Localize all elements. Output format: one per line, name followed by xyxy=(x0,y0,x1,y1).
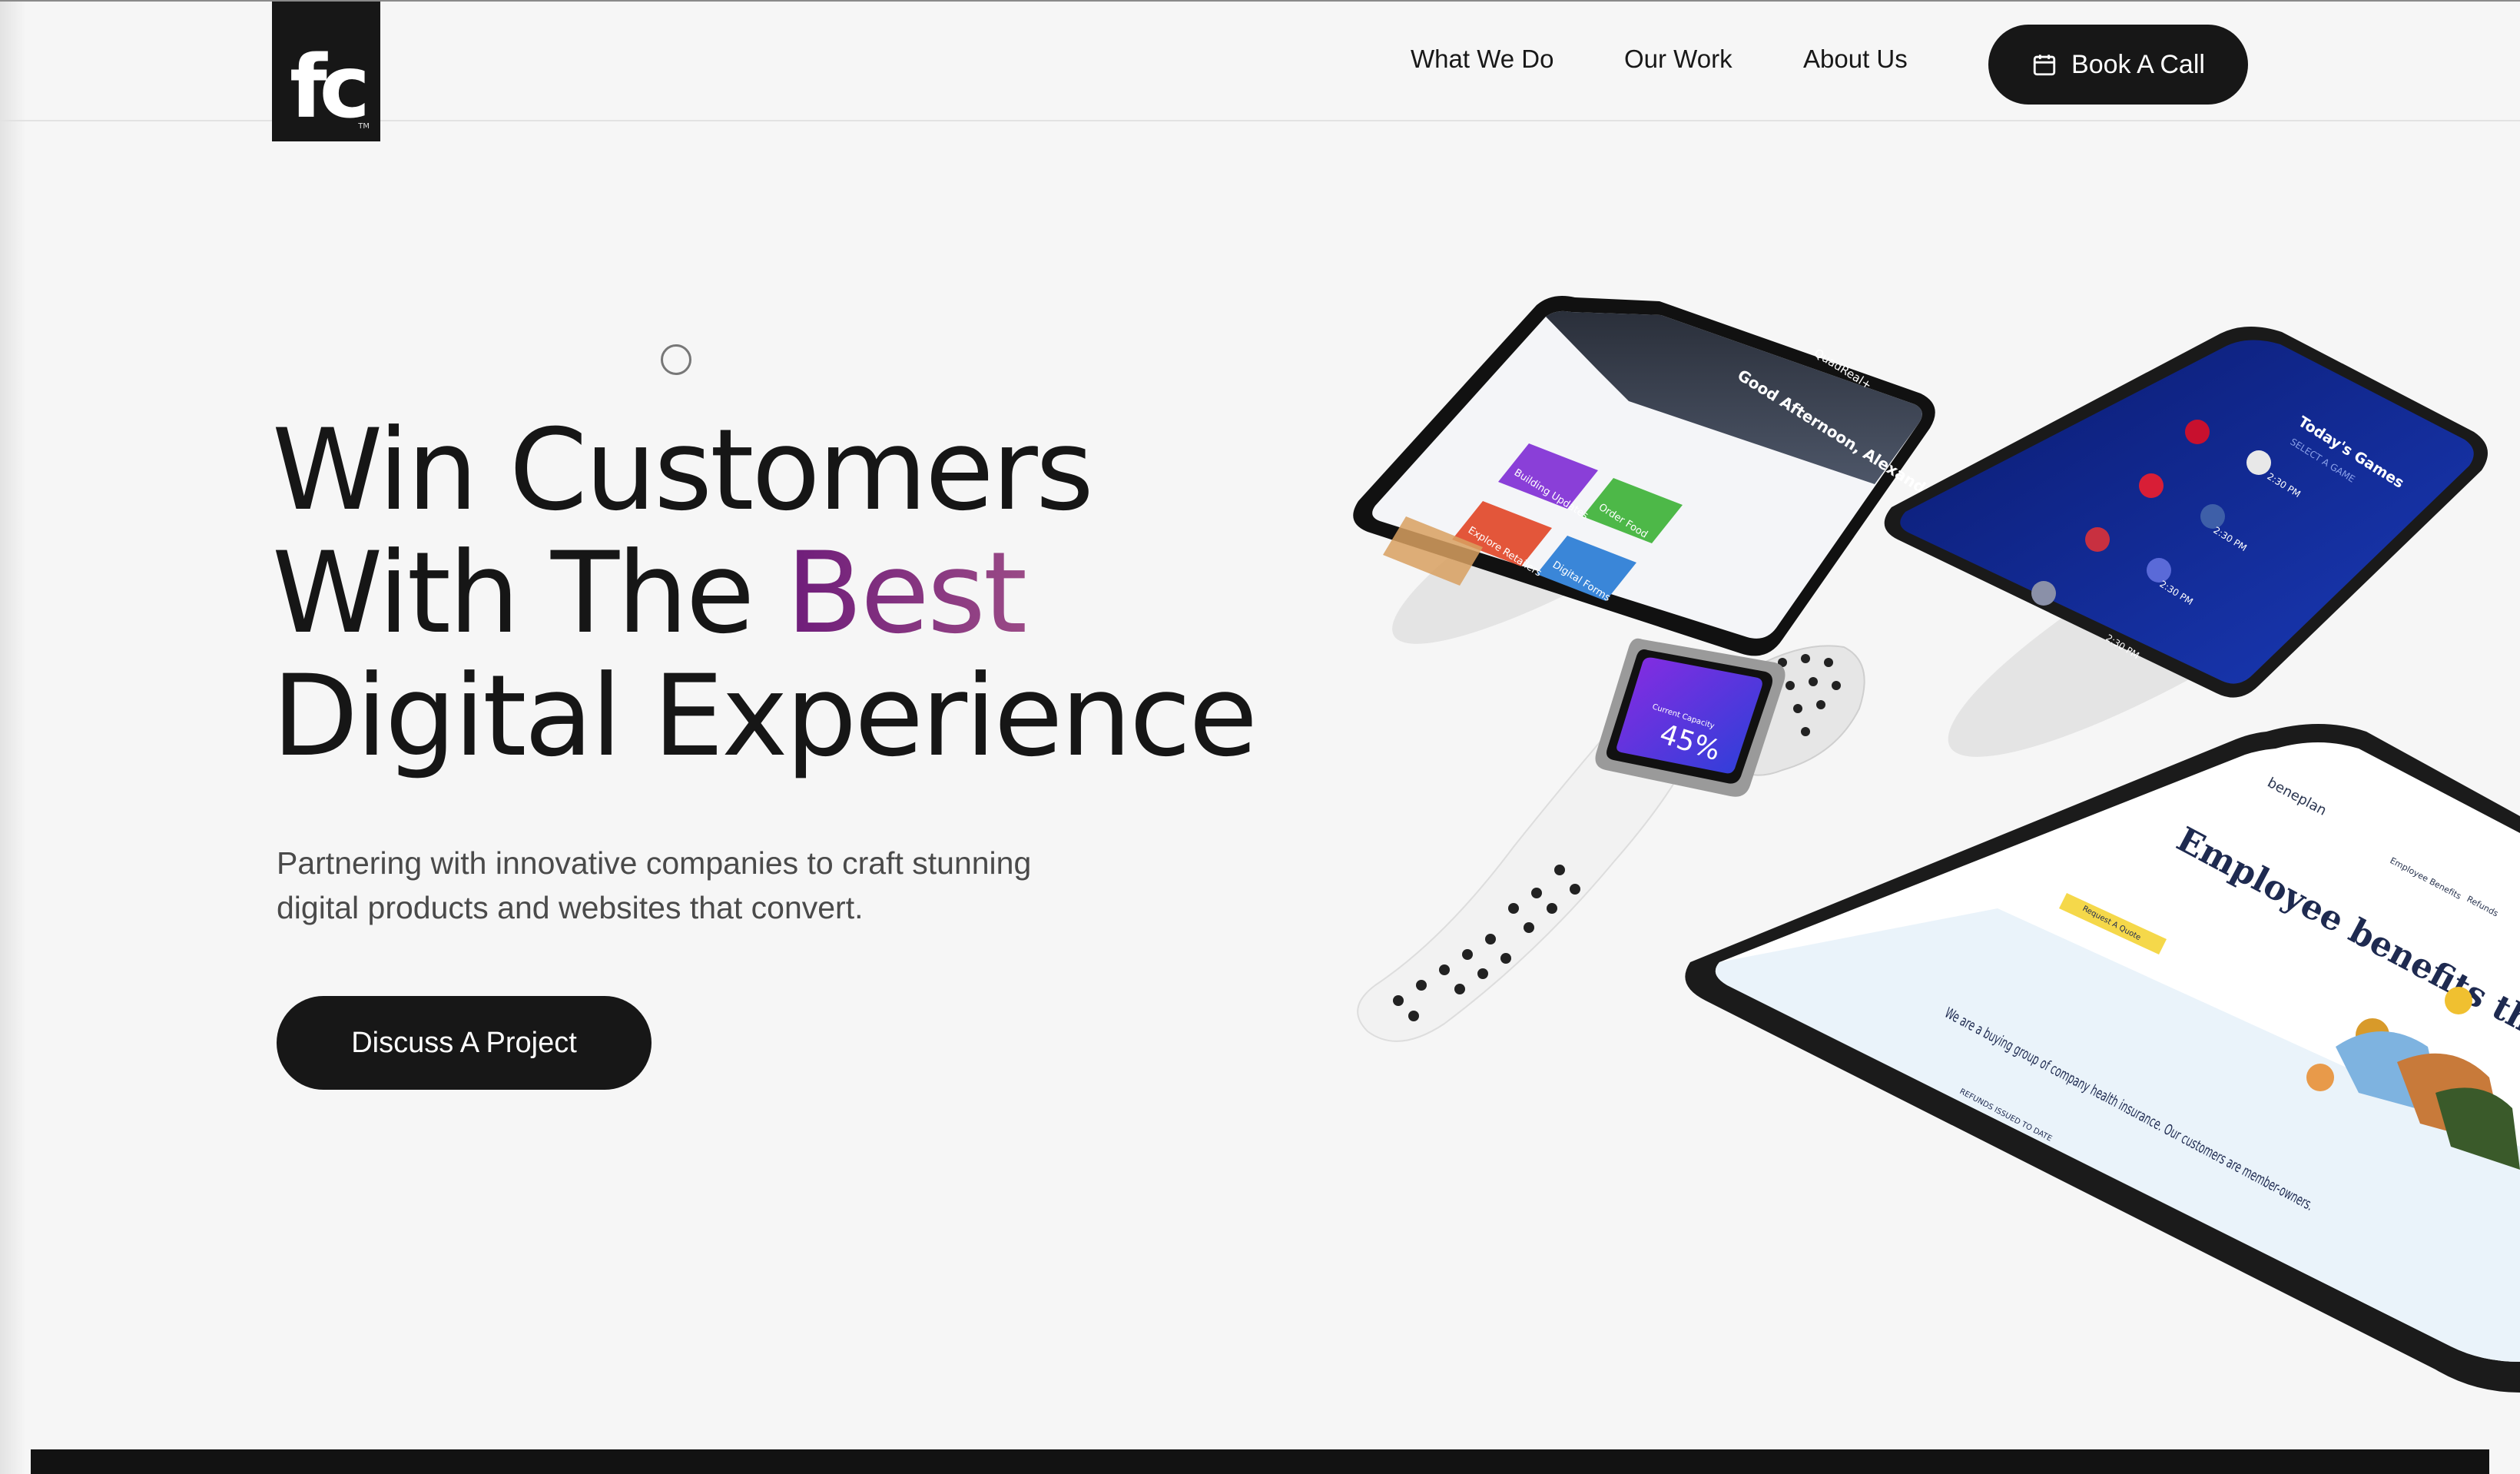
calendar-icon xyxy=(2033,55,2056,76)
page-edge-shadow xyxy=(0,2,26,1474)
hero-title-line-1: Win Customers xyxy=(272,405,1094,536)
discuss-project-label: Discuss A Project xyxy=(351,1026,577,1059)
logo-text: fc xyxy=(289,38,370,138)
device-mockups-illustration: Good Afternoon, Alexandra QuadReal+ Buil… xyxy=(1353,295,2520,1393)
phone-mockup-1: Good Afternoon, Alexandra QuadReal+ Buil… xyxy=(1353,295,1944,656)
discuss-project-button[interactable]: Discuss A Project xyxy=(277,996,652,1090)
book-a-call-label: Book A Call xyxy=(2071,49,2205,79)
hero-title: Win Customers With The Best Digital Expe… xyxy=(272,409,1317,778)
device-mockups: Good Afternoon, Alexandra QuadReal+ Buil… xyxy=(1306,278,2520,1400)
book-a-call-button[interactable]: Book A Call xyxy=(1988,25,2248,105)
hero-title-line-2-start: With The xyxy=(272,528,786,659)
logo[interactable]: fc TM xyxy=(272,2,380,141)
cursor-ring xyxy=(661,344,691,375)
phone-mockup-2: Today's Games SELECT A GAME 2:30 PM 2:30… xyxy=(1884,326,2488,757)
logo-trademark: TM xyxy=(358,122,370,131)
hero-title-line-2: With The Best xyxy=(272,532,1317,655)
hero-subtitle: Partnering with innovative companies to … xyxy=(277,845,1032,925)
hero-title-accent: Best xyxy=(785,528,1027,659)
hero-title-line-3: Digital Experience xyxy=(272,651,1258,782)
nav-link-about-us[interactable]: About Us xyxy=(1803,45,1908,74)
bottom-section-edge xyxy=(31,1449,2489,1474)
nav-link-what-we-do[interactable]: What We Do xyxy=(1411,45,1553,74)
tablet-mockup: beneplan Employee Benefits Refunds Emplo… xyxy=(1685,724,2520,1393)
nav-link-our-work[interactable]: Our Work xyxy=(1624,45,1732,74)
site-header: fc TM What We Do Our Work About Us Book … xyxy=(0,2,2520,141)
